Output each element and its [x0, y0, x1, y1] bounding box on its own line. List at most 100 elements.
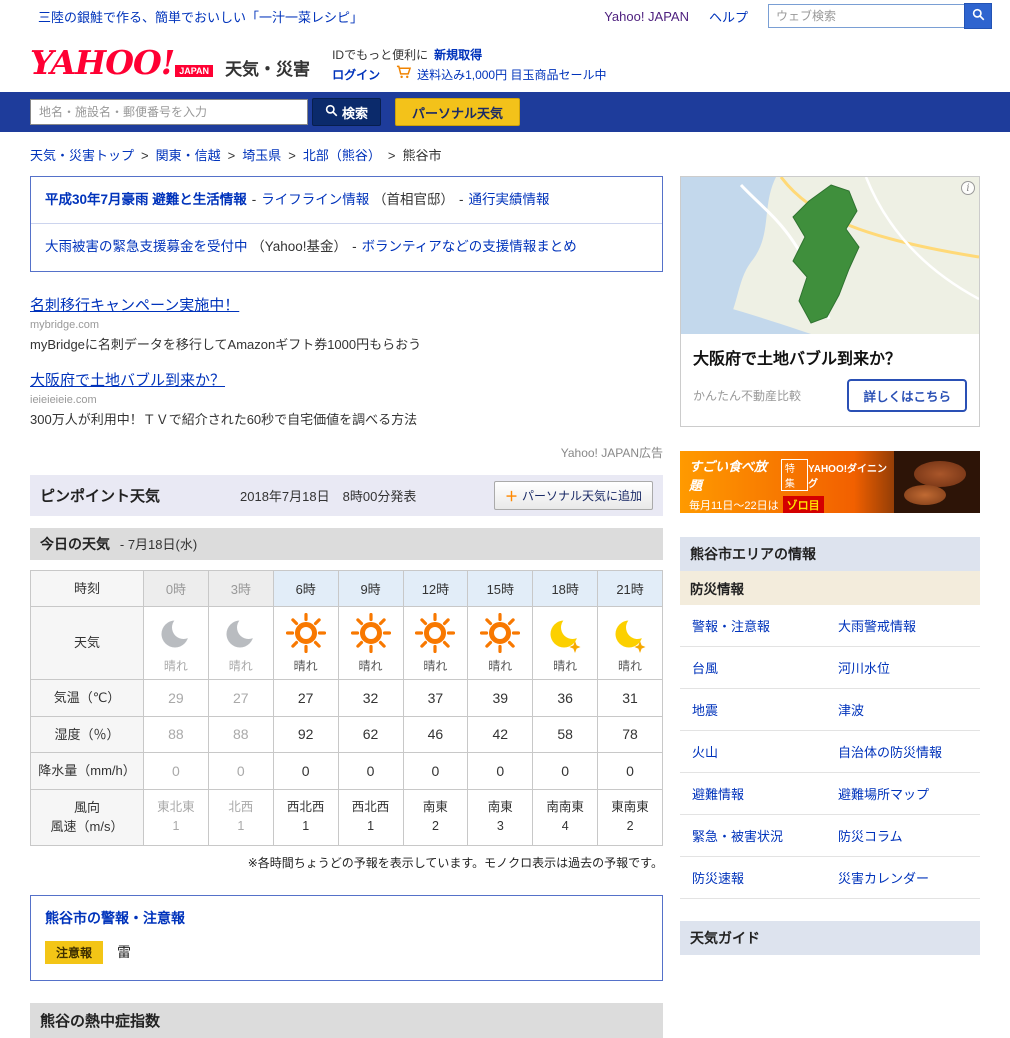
hour-cell: 21時	[597, 569, 663, 607]
precipitation-cell: 0	[143, 752, 209, 790]
emergency-row-1: 平成30年7月豪雨 避難と生活情報 - ライフライン情報 （首相官邸） - 通行実績情報	[31, 177, 662, 223]
precipitation-cell: 0	[467, 752, 534, 790]
food-banner-ad[interactable]: すごい食べ放題 特集 YAHOO!ダイニング 毎月11日〜22日は ゾロ目 食べ…	[680, 451, 980, 513]
separator: -	[352, 239, 357, 255]
weather-table: 時刻 0時 3時 6時 9時 12時 15時 18時 21時 天気 晴れ 晴れ 晴れ 晴れ 晴れ 晴れ 晴れ 晴れ…	[30, 569, 663, 846]
search-icon	[325, 104, 338, 120]
precipitation-cell: 0	[337, 752, 404, 790]
bousai-link[interactable]: 地震	[680, 689, 828, 730]
sun-icon	[415, 612, 456, 654]
header-account-area: IDでもっと便利に 新規取得 ログイン 送料込み1,000円 目玉商品セール中	[332, 39, 606, 86]
bousai-link-row: 防災速報 災害カレンダー	[680, 857, 980, 899]
bousai-link[interactable]: 津波	[828, 689, 980, 730]
bousai-link[interactable]: 避難情報	[680, 773, 828, 814]
sun-icon	[480, 612, 521, 654]
location-search-input[interactable]	[30, 99, 308, 125]
bousai-link[interactable]: 避難場所マップ	[828, 773, 980, 814]
bousai-link-row: 火山 自治体の防災情報	[680, 731, 980, 773]
bousai-link[interactable]: 防災コラム	[828, 815, 980, 856]
breadcrumb-link[interactable]: 関東・信越	[156, 148, 221, 163]
bousai-link[interactable]: 河川水位	[828, 647, 980, 688]
sidebar: i 大阪府で土地バブル到来か？ かんたん不動産比較 詳しくはこちら すごい食べ放…	[680, 176, 980, 955]
wind-cell: 南東 3	[467, 788, 534, 846]
bousai-link[interactable]: 大雨警戒情報	[828, 605, 980, 646]
weather-cell: 晴れ	[272, 606, 339, 680]
shopping-promo-link[interactable]: 送料込み1,000円 目玉商品セール中	[417, 65, 606, 85]
add-personal-weather-button[interactable]: ＋ パーソナル天気に追加	[493, 480, 653, 510]
personal-weather-button[interactable]: パーソナル天気	[395, 98, 521, 126]
food-ad-zorome: ゾロ目	[782, 496, 824, 513]
topbar-promo-link[interactable]: 三陸の銀鮭で作る、簡単でおいしい「一汁一菜レシピ」	[38, 7, 363, 26]
bousai-link[interactable]: 台風	[680, 647, 828, 688]
bousai-link[interactable]: 緊急・被害状況	[680, 815, 828, 856]
breadcrumb-separator: >	[141, 148, 149, 163]
map-ad-cta-button[interactable]: 詳しくはこちら	[847, 379, 967, 412]
donation-link[interactable]: 大雨被害の緊急支援募金を受付中	[45, 239, 248, 254]
weather-cell: 晴れ	[402, 606, 469, 680]
breadcrumb-link[interactable]: 埼玉県	[242, 148, 281, 163]
advisory-value: 雷	[117, 944, 132, 960]
humidity-cell: 62	[337, 715, 404, 753]
humidity-cell: 58	[532, 715, 599, 753]
row-header-humidity: 湿度（％）	[30, 715, 144, 753]
pinpoint-published: 2018年7月18日 8時00分発表	[240, 488, 417, 504]
precipitation-cell: 0	[207, 752, 274, 790]
lifeline-info-link[interactable]: ライフライン情報	[261, 192, 369, 207]
map-ad-subtitle: かんたん不動産比較	[693, 389, 802, 403]
weather-cell: 晴れ	[207, 606, 274, 680]
hour-cell: 6時	[272, 569, 339, 607]
web-search-input[interactable]	[768, 4, 964, 28]
today-weather-title: 今日の天気	[40, 535, 110, 552]
bousai-link[interactable]: 自治体の防災情報	[828, 731, 980, 772]
login-link[interactable]: ログイン	[332, 65, 380, 85]
ads-label: Yahoo! JAPAN広告	[560, 445, 663, 460]
humidity-cell: 88	[207, 715, 274, 753]
wind-cell: 東南東 2	[597, 788, 663, 846]
row-header-precipitation: 降水量（mm/h）	[30, 752, 144, 790]
bousai-link[interactable]: 防災速報	[680, 857, 828, 898]
humidity-cell: 42	[467, 715, 534, 753]
temperature-cell: 27	[207, 679, 274, 717]
weather-cell: 晴れ	[467, 606, 534, 680]
temperature-cell: 31	[597, 679, 663, 717]
id-promo-text: IDでもっと便利に	[332, 47, 429, 62]
humidity-cell: 46	[402, 715, 469, 753]
food-ad-tokushu: 特集	[780, 459, 808, 491]
yahoo-logo-text: YAHOO!	[30, 42, 175, 82]
humidity-cell: 92	[272, 715, 339, 753]
bousai-link[interactable]: 火山	[680, 731, 828, 772]
volunteer-info-link[interactable]: ボランティアなどの支援情報まとめ	[362, 239, 577, 254]
separator: -	[251, 192, 257, 207]
humidity-cell: 88	[143, 715, 209, 753]
search-icon	[972, 8, 985, 24]
temperature-cell: 29	[143, 679, 209, 717]
wind-cell: 西北西 1	[337, 788, 404, 846]
location-search-button[interactable]: 検索	[312, 98, 382, 126]
topbar-help-link[interactable]: ヘルプ	[709, 7, 748, 26]
today-weather-date: - 7月18日(水)	[119, 536, 198, 552]
yahoo-logo[interactable]: YAHOO! JAPAN	[30, 42, 214, 82]
breadcrumb-link[interactable]: 天気・災害トップ	[30, 148, 134, 163]
bousai-link[interactable]: 災害カレンダー	[828, 857, 980, 898]
moon-icon	[161, 616, 195, 648]
ad-title-link[interactable]: 名刺移行キャンペーン実施中！	[30, 297, 239, 314]
breadcrumb-separator: >	[288, 148, 296, 163]
bousai-link[interactable]: 警報・注意報	[680, 605, 828, 646]
breadcrumb-current: 熊谷市	[402, 148, 442, 163]
table-row-wind: 風向 風速（m/s） 東北東 1 北西 1 西北西 1 西北西 1 南東 2 南東 3 南南東 4 東南東 2	[30, 788, 663, 846]
emergency-title-link[interactable]: 平成30年7月豪雨 避難と生活情報	[45, 192, 247, 207]
map-ad[interactable]: i 大阪府で土地バブル到来か？ かんたん不動産比較 詳しくはこちら	[680, 176, 980, 427]
today-weather-header: 今日の天気 - 7月18日(水)	[30, 527, 663, 560]
weather-cell: 晴れ	[532, 606, 599, 680]
ad-info-icon[interactable]: i	[961, 181, 975, 195]
ad-title-link[interactable]: 大阪府で土地バブル到来か？	[30, 372, 225, 389]
traffic-record-link[interactable]: 通行実績情報	[469, 192, 550, 207]
breadcrumb-separator: >	[227, 148, 236, 163]
breadcrumb-link[interactable]: 北部（熊谷）	[303, 148, 381, 163]
ad-domain: ieieieieie.com	[30, 393, 97, 406]
web-search-button[interactable]	[964, 3, 992, 29]
signup-link[interactable]: 新規取得	[434, 45, 482, 65]
weather-cell: 晴れ	[597, 606, 663, 680]
topbar-yahoo-japan-link[interactable]: Yahoo! JAPAN	[604, 9, 689, 24]
warnings-title-link[interactable]: 熊谷市の警報・注意報	[45, 910, 185, 926]
